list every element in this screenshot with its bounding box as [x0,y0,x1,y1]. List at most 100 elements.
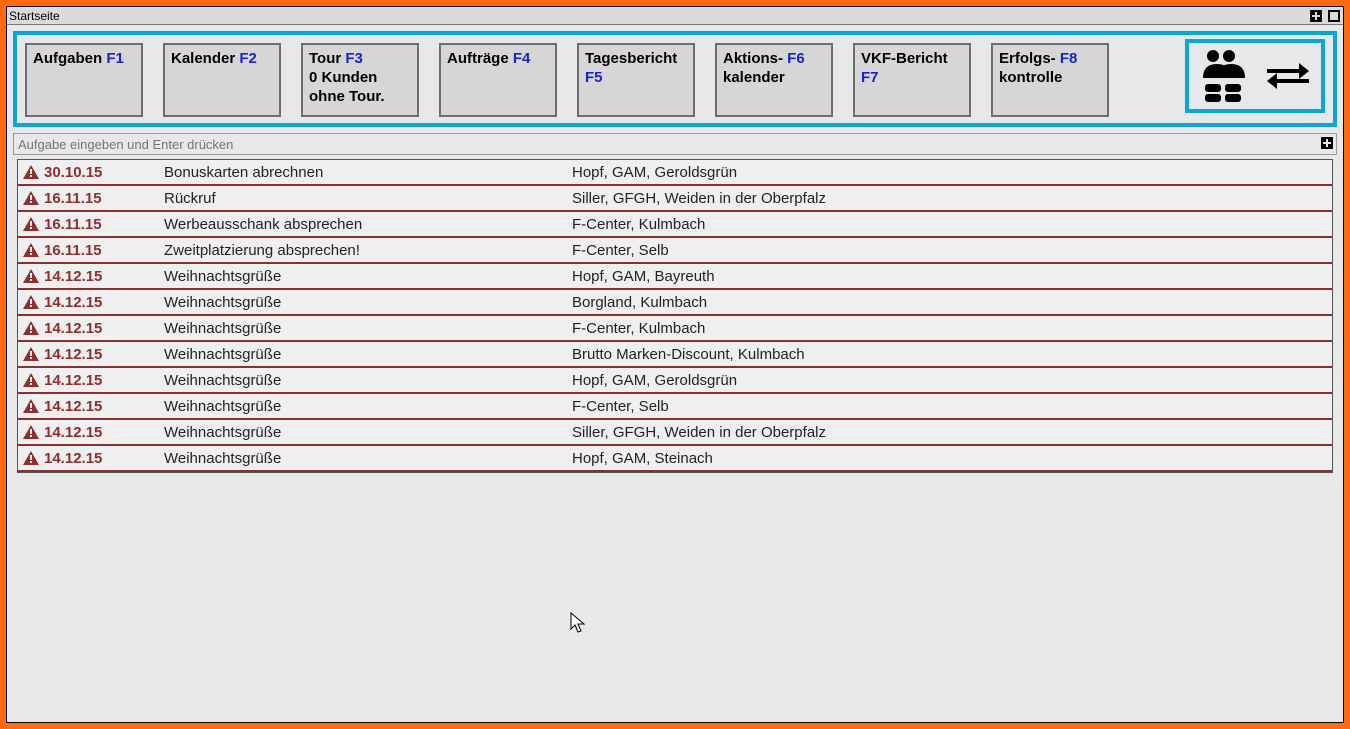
fkey-button-f6[interactable]: Aktions- F6kalender [715,43,833,117]
task-table: 30.10.15Bonuskarten abrechnenHopf, GAM, … [17,159,1333,473]
task-date: 14.12.15 [44,424,164,441]
alert-icon [18,243,44,257]
task-date: 30.10.15 [44,164,164,181]
task-row[interactable]: 14.12.15WeihnachtsgrüßeF-Center, Kulmbac… [18,316,1332,342]
task-description: Weihnachtsgrüße [164,268,572,285]
alert-icon [18,451,44,465]
task-customer: F-Center, Selb [572,398,1332,415]
task-description: Zweitplatzierung absprechen! [164,242,572,259]
alert-icon [18,373,44,387]
task-date: 14.12.15 [44,346,164,363]
fkey-label: kalender [723,69,785,86]
fkey-label: Kalender [171,50,239,67]
task-row[interactable]: 14.12.15WeihnachtsgrüßeF-Center, Selb [18,394,1332,420]
task-date: 14.12.15 [44,398,164,415]
fkey-button-f3[interactable]: Tour F30 Kunden ohne Tour. [301,43,419,117]
window-add-button[interactable] [1309,9,1323,23]
alert-icon [18,217,44,231]
task-customer: F-Center, Kulmbach [572,216,1332,233]
task-customer: Hopf, GAM, Bayreuth [572,268,1332,285]
task-customer: Siller, GFGH, Weiden in der Oberpfalz [572,190,1332,207]
task-customer: Hopf, GAM, Steinach [572,450,1332,467]
task-customer: F-Center, Selb [572,242,1332,259]
task-description: Weihnachtsgrüße [164,372,572,389]
task-row[interactable]: 14.12.15WeihnachtsgrüßeHopf, GAM, Steina… [18,446,1332,472]
fkey-label: Aufgaben [33,50,106,67]
fkey-shortcut: F6 [787,50,805,67]
fkey-label: kontrolle [999,69,1062,86]
add-task-button[interactable] [1318,136,1336,152]
task-row[interactable]: 16.11.15RückrufSiller, GFGH, Weiden in d… [18,186,1332,212]
alert-icon [18,269,44,283]
function-toolbar: Aufgaben F1 Kalender F2 Tour F30 Kunden oh… [13,31,1337,127]
titlebar: Startseite [7,7,1343,25]
fkey-shortcut: F3 [345,50,363,67]
task-description: Rückruf [164,190,572,207]
task-description: Weihnachtsgrüße [164,320,572,337]
fkey-shortcut: F5 [585,69,603,86]
task-date: 14.12.15 [44,320,164,337]
task-row[interactable]: 30.10.15Bonuskarten abrechnenHopf, GAM, … [18,160,1332,186]
window-maximize-button[interactable] [1327,9,1341,23]
fkey-button-f5[interactable]: Tagesbericht F5 [577,43,695,117]
task-input-bar [13,133,1337,155]
task-date: 16.11.15 [44,242,164,259]
fkey-shortcut: F1 [106,50,124,67]
task-customer: Borgland, Kulmbach [572,294,1332,311]
task-customer: Brutto Marken-Discount, Kulmbach [572,346,1332,363]
alert-icon [18,399,44,413]
task-input[interactable] [14,134,1318,154]
task-customer: F-Center, Kulmbach [572,320,1332,337]
fkey-label: Erfolgs- [999,50,1060,67]
alert-icon [18,347,44,361]
task-description: Werbeausschank absprechen [164,216,572,233]
task-description: Weihnachtsgrüße [164,424,572,441]
task-date: 14.12.15 [44,372,164,389]
task-description: Weihnachtsgrüße [164,398,572,415]
task-description: Weihnachtsgrüße [164,294,572,311]
task-date: 16.11.15 [44,216,164,233]
app-window: Startseite Aufgaben F1 Kalender F2 Tour F3… [6,6,1344,723]
fkey-label: VKF-Bericht [861,50,948,67]
task-row[interactable]: 14.12.15WeihnachtsgrüßeSiller, GFGH, Wei… [18,420,1332,446]
alert-icon [18,165,44,179]
alert-icon [18,295,44,309]
window-title: Startseite [9,8,60,24]
fkey-shortcut: F8 [1060,50,1078,67]
task-date: 14.12.15 [44,268,164,285]
fkey-shortcut: F4 [513,50,531,67]
fkey-label: Tour [309,50,345,67]
fkey-shortcut: F2 [239,50,257,67]
alert-icon [18,191,44,205]
fkey-label: Aufträge [447,50,513,67]
task-row[interactable]: 14.12.15WeihnachtsgrüßeHopf, GAM, Bayreu… [18,264,1332,290]
task-date: 14.12.15 [44,294,164,311]
toolbar-right-actions [1185,39,1325,113]
fkey-button-f1[interactable]: Aufgaben F1 [25,43,143,117]
task-description: Bonuskarten abrechnen [164,164,572,181]
fkey-label: Aktions- [723,50,787,67]
task-row[interactable]: 14.12.15WeihnachtsgrüßeBrutto Marken-Dis… [18,342,1332,368]
task-row[interactable]: 16.11.15Zweitplatzierung absprechen!F-Ce… [18,238,1332,264]
task-row[interactable]: 14.12.15WeihnachtsgrüßeHopf, GAM, Gerold… [18,368,1332,394]
task-customer: Siller, GFGH, Weiden in der Oberpfalz [572,424,1332,441]
fkey-shortcut: F7 [861,69,879,86]
fkey-button-f2[interactable]: Kalender F2 [163,43,281,117]
task-customer: Hopf, GAM, Geroldsgrün [572,372,1332,389]
alert-icon [18,425,44,439]
task-row[interactable]: 16.11.15Werbeausschank absprechenF-Cente… [18,212,1332,238]
swap-arrows-icon[interactable] [1265,59,1311,93]
task-date: 16.11.15 [44,190,164,207]
fkey-button-f4[interactable]: Aufträge F4 [439,43,557,117]
task-customer: Hopf, GAM, Geroldsgrün [572,164,1332,181]
task-date: 14.12.15 [44,450,164,467]
fkey-button-f8[interactable]: Erfolgs- F8 kontrolle [991,43,1109,117]
alert-icon [18,321,44,335]
people-grid-icon[interactable] [1199,48,1247,104]
fkey-extra: 0 Kunden ohne Tour. [309,68,411,106]
task-description: Weihnachtsgrüße [164,450,572,467]
task-row[interactable]: 14.12.15WeihnachtsgrüßeBorgland, Kulmbac… [18,290,1332,316]
fkey-label: Tagesbericht [585,50,677,67]
task-description: Weihnachtsgrüße [164,346,572,363]
fkey-button-f7[interactable]: VKF-Bericht F7 [853,43,971,117]
